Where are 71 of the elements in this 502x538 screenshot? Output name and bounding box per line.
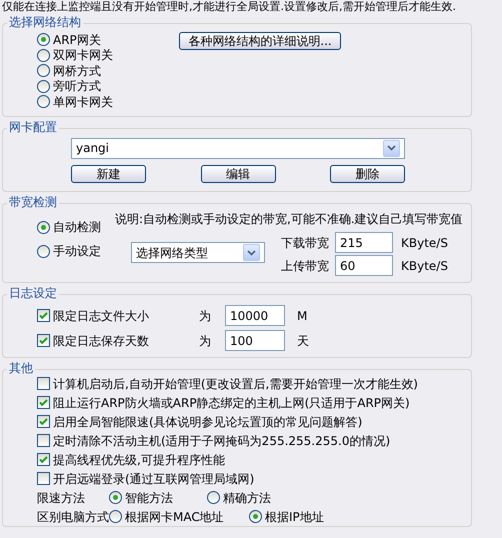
group-title: 带宽检测 [7, 194, 59, 210]
checkbox-label: 限定日志文件大小 [53, 308, 149, 323]
group-title: 网卡配置 [7, 120, 59, 134]
checkbox[interactable] [37, 309, 50, 322]
unit-label: 天 [297, 334, 309, 348]
input-value: 215 [340, 236, 363, 250]
radio-button[interactable] [109, 491, 122, 504]
checkbox-label: 阻止运行ARP防火墙或ARP静态绑定的主机上网(只适用于ARP网关) [53, 396, 410, 410]
log-input[interactable]: 100 [225, 330, 285, 352]
radio-label: 精确方法 [223, 490, 271, 505]
checkbox-label: 开启远端登录(通过互联网管理局域网) [53, 472, 254, 486]
network-type-select[interactable]: 选择网络类型 [131, 242, 265, 264]
radio-label: 根据IP地址 [265, 510, 324, 524]
rate-label: 下载带宽 [281, 236, 329, 250]
rate-input[interactable]: 60 [335, 255, 393, 276]
rate-input[interactable]: 215 [335, 232, 393, 254]
unit-label: KByte/S [401, 258, 448, 273]
choice-label: 区别电脑方式 [37, 510, 109, 524]
prefix-label: 为 [199, 334, 212, 348]
radio-button[interactable] [109, 510, 122, 524]
checkbox-label: 启用全局智能限速(具体说明参见论坛置顶的常见问题解答) [53, 414, 362, 429]
radio-label: 根据网卡MAC地址 [125, 510, 224, 524]
checkbox[interactable] [37, 453, 50, 466]
rate-label: 上传带宽 [281, 258, 329, 273]
radio-button[interactable] [37, 48, 50, 62]
combo-value: yangi [76, 140, 110, 156]
radio-button[interactable] [37, 80, 50, 93]
checkbox[interactable] [37, 415, 50, 428]
radio-button[interactable] [37, 33, 50, 46]
group-title: 选择网络结构 [7, 15, 83, 30]
radio-label: 单网卡网关 [53, 94, 113, 109]
action-button[interactable]: 删除 [330, 164, 405, 183]
unit-label: M [297, 308, 308, 323]
note-text: 说明:自动检测或手动设定的带宽,可能不准确.建议自己填写带宽值 [115, 212, 463, 226]
radio-button[interactable] [37, 95, 50, 108]
action-button[interactable]: 编辑 [200, 164, 276, 183]
checkbox[interactable] [37, 377, 50, 390]
log-input[interactable]: 10000 [225, 305, 285, 326]
radio-label: 手动设定 [53, 244, 101, 258]
checkbox-label: 提高线程优先级,可提升程序性能 [53, 452, 225, 467]
profile-combo-box[interactable]: yangi [71, 138, 405, 158]
radio-label: 智能方法 [125, 490, 173, 505]
unit-label: KByte/S [401, 236, 448, 250]
checkbox-label: 定时清除不活动主机(适用于子网掩码为255.255.255.0的情况) [53, 434, 390, 448]
radio-button[interactable] [37, 244, 50, 258]
checkbox[interactable] [37, 472, 50, 486]
radio-button[interactable] [37, 64, 50, 78]
notice-text: 仅能在连接上监控端且没有开始管理时,才能进行全局设置.设置修改后,需开始管理后才能生效. [1, 0, 457, 13]
input-value: 100 [230, 334, 253, 348]
checkbox-label: 限定日志保存天数 [53, 334, 149, 348]
radio-button[interactable] [37, 221, 50, 234]
checkbox[interactable] [37, 434, 50, 448]
radio-button[interactable] [207, 491, 220, 504]
radio-label: 网桥方式 [53, 64, 101, 78]
details-button[interactable]: 各种网络结构的详细说明... [179, 32, 341, 50]
group-title: 日志设定 [7, 286, 59, 301]
checkbox-label: 计算机启动后,自动开始管理(更改设置后,需要开始管理一次才能生效) [53, 376, 418, 391]
radio-label: ARP网关 [53, 32, 101, 47]
action-button[interactable]: 新建 [71, 164, 146, 183]
group-title: 其他 [7, 361, 35, 376]
prefix-label: 为 [199, 308, 212, 323]
choice-label: 限速方法 [37, 490, 86, 505]
radio-label: 双网卡网关 [53, 48, 113, 62]
checkbox[interactable] [37, 396, 50, 410]
checkbox[interactable] [37, 334, 50, 348]
input-value: 60 [340, 258, 356, 273]
input-value: 10000 [230, 308, 268, 323]
radio-label: 旁听方式 [53, 79, 101, 94]
select-value: 选择网络类型 [136, 246, 208, 260]
radio-button[interactable] [249, 510, 262, 524]
radio-label: 自动检测 [53, 220, 101, 235]
